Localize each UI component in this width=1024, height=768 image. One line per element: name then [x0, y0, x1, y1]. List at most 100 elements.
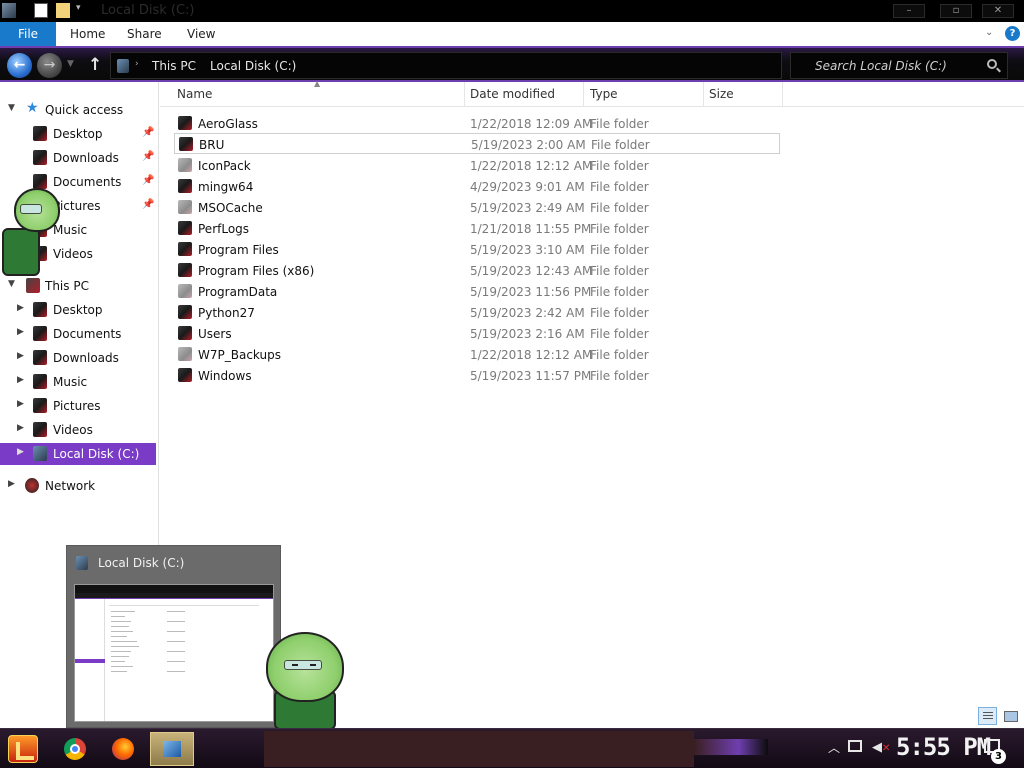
- sidebar-item-label: Local Disk (C:): [53, 447, 140, 461]
- preview-title: Local Disk (C:): [98, 556, 185, 570]
- volume-icon[interactable]: ◀: [872, 740, 882, 755]
- file-name: Program Files (x86): [198, 264, 315, 278]
- file-row[interactable]: Windows 5/19/2023 11:57 PM File folder: [174, 365, 780, 386]
- customize-qat-chevron-icon[interactable]: ▾: [76, 3, 86, 18]
- preview-thumbnail[interactable]: [74, 584, 274, 722]
- file-row[interactable]: ProgramData 5/19/2023 11:56 PM File fold…: [174, 281, 780, 302]
- expand-chevron-icon[interactable]: ▶: [17, 303, 24, 313]
- sidebar-item-desktop[interactable]: Desktop 📌: [0, 123, 156, 145]
- pin-icon[interactable]: 📌: [142, 175, 154, 186]
- new-folder-icon[interactable]: [56, 3, 70, 18]
- minimize-button[interactable]: –: [893, 4, 925, 18]
- app-icon[interactable]: [2, 3, 16, 18]
- expand-chevron-icon[interactable]: ▶: [17, 447, 24, 457]
- taskbar-empty-area[interactable]: [264, 731, 694, 767]
- sidebar-item-pc-documents[interactable]: ▶ Documents: [0, 323, 156, 345]
- search-input[interactable]: Search Local Disk (C:): [790, 52, 1008, 79]
- sidebar-item-downloads[interactable]: Downloads 📌: [0, 147, 156, 169]
- file-row[interactable]: PerfLogs 1/21/2018 11:55 PM File folder: [174, 218, 780, 239]
- file-type: File folder: [590, 348, 649, 362]
- pin-icon[interactable]: 📌: [142, 199, 154, 210]
- back-button[interactable]: ←: [7, 53, 32, 78]
- pin-icon[interactable]: 📌: [142, 151, 154, 162]
- address-bar[interactable]: › This PC Local Disk (C:): [110, 52, 782, 79]
- recent-locations-chevron-icon[interactable]: ▼: [67, 59, 74, 69]
- sidebar-item-label: Network: [45, 479, 96, 493]
- expand-ribbon-chevron-icon[interactable]: ⌄: [985, 27, 993, 38]
- tab-file[interactable]: File: [0, 22, 56, 46]
- file-row[interactable]: Program Files 5/19/2023 3:10 AM File fol…: [174, 239, 780, 260]
- column-size[interactable]: Size: [700, 82, 783, 106]
- file-name: IconPack: [198, 159, 251, 173]
- file-row[interactable]: Users 5/19/2023 2:16 AM File folder: [174, 323, 780, 344]
- expand-chevron-icon[interactable]: ▶: [8, 479, 15, 489]
- sidebar-item-pc-downloads[interactable]: ▶ Downloads: [0, 347, 156, 369]
- breadcrumb-local-disk[interactable]: Local Disk (C:): [210, 59, 296, 73]
- sidebar-item-label: Downloads: [53, 351, 119, 365]
- taskbar-thumbnail-preview[interactable]: Local Disk (C:): [66, 545, 281, 728]
- show-hidden-icons-chevron-icon[interactable]: ︿: [828, 739, 840, 756]
- up-button[interactable]: ↑: [88, 55, 102, 75]
- expand-chevron-icon[interactable]: ▶: [17, 375, 24, 385]
- file-date: 1/22/2018 12:09 AM: [470, 117, 593, 131]
- sidebar-item-network[interactable]: ▶ Network: [0, 475, 156, 497]
- tab-share[interactable]: Share: [127, 22, 162, 46]
- breadcrumb-this-pc[interactable]: This PC: [152, 59, 196, 73]
- file-row[interactable]: W7P_Backups 1/22/2018 12:12 AM File fold…: [174, 344, 780, 365]
- file-row[interactable]: BRU 5/19/2023 2:00 AM File folder: [174, 133, 780, 154]
- expand-chevron-icon[interactable]: ▼: [8, 103, 15, 113]
- expand-chevron-icon[interactable]: ▶: [17, 399, 24, 409]
- file-row[interactable]: IconPack 1/22/2018 12:12 AM File folder: [174, 155, 780, 176]
- file-row[interactable]: Python27 5/19/2023 2:42 AM File folder: [174, 302, 780, 323]
- file-row[interactable]: MSOCache 5/19/2023 2:49 AM File folder: [174, 197, 780, 218]
- taskbar-chrome-button[interactable]: [54, 732, 98, 766]
- folder-icon: [178, 116, 192, 130]
- expand-chevron-icon[interactable]: ▶: [17, 423, 24, 433]
- sidebar-item-label: Videos: [53, 423, 93, 437]
- network-icon: [25, 478, 39, 493]
- file-row[interactable]: mingw64 4/29/2023 9:01 AM File folder: [174, 176, 780, 197]
- column-date-modified[interactable]: Date modified: [461, 82, 584, 106]
- sidebar-item-local-disk[interactable]: ▶ Local Disk (C:): [0, 443, 156, 465]
- large-icons-view-button[interactable]: [1001, 707, 1020, 725]
- muted-x-icon: ✕: [882, 743, 891, 754]
- notification-count-badge: 3: [991, 749, 1006, 764]
- file-row[interactable]: AeroGlass 1/22/2018 12:09 AM File folder: [174, 113, 780, 134]
- breadcrumb-separator-icon[interactable]: ›: [135, 59, 139, 69]
- details-view-button[interactable]: [978, 707, 997, 725]
- forward-button[interactable]: →: [37, 53, 62, 78]
- help-icon[interactable]: ?: [1005, 26, 1020, 41]
- taskbar-file-explorer-button[interactable]: [150, 732, 194, 766]
- folder-icon: [178, 305, 192, 319]
- file-name: Users: [198, 327, 232, 341]
- expand-chevron-icon[interactable]: ▶: [17, 351, 24, 361]
- sidebar-item-pc-music[interactable]: ▶ Music: [0, 371, 156, 393]
- pin-icon[interactable]: 📌: [142, 127, 154, 138]
- tab-view[interactable]: View: [187, 22, 215, 46]
- tab-home[interactable]: Home: [70, 22, 105, 46]
- clock[interactable]: 5:55 PM: [896, 733, 991, 761]
- search-icon[interactable]: [987, 59, 997, 69]
- file-type: File folder: [590, 222, 649, 236]
- folder-icon: [178, 347, 192, 361]
- file-date: 5/19/2023 2:42 AM: [470, 306, 585, 320]
- maximize-button[interactable]: ▫: [940, 4, 972, 18]
- sidebar-item-quick-access[interactable]: ▼ ★ Quick access: [0, 99, 156, 121]
- sidebar-item-pc-videos[interactable]: ▶ Videos: [0, 419, 156, 441]
- drive-icon: [117, 59, 129, 73]
- column-type[interactable]: Type: [581, 82, 704, 106]
- taskbar-firefox-button[interactable]: [102, 732, 146, 766]
- sidebar-item-label: Music: [53, 375, 88, 389]
- sidebar-item-label: Pictures: [53, 399, 101, 413]
- start-button[interactable]: [8, 735, 38, 763]
- expand-chevron-icon[interactable]: ▶: [17, 327, 24, 337]
- close-button[interactable]: ✕: [982, 4, 1014, 18]
- folder-icon: [33, 398, 47, 413]
- properties-icon[interactable]: [34, 3, 48, 18]
- column-name[interactable]: Name: [168, 82, 465, 106]
- sidebar-item-pc-pictures[interactable]: ▶ Pictures: [0, 395, 156, 417]
- file-row[interactable]: Program Files (x86) 5/19/2023 12:43 AM F…: [174, 260, 780, 281]
- network-status-icon[interactable]: [848, 740, 862, 752]
- sidebar-item-pc-desktop[interactable]: ▶ Desktop: [0, 299, 156, 321]
- sidebar-item-label: Desktop: [53, 303, 103, 317]
